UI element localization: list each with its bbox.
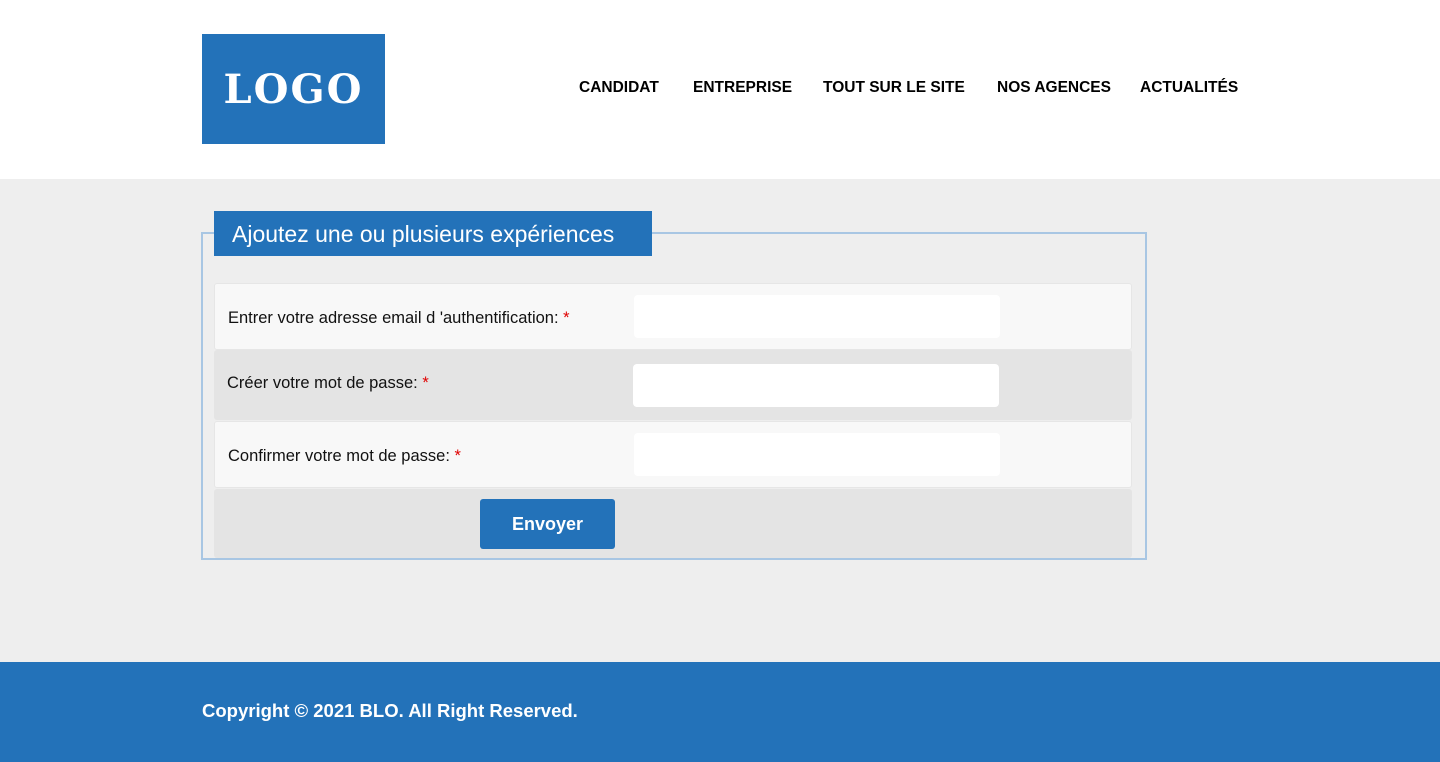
email-label: Entrer votre adresse email d 'authentifi… bbox=[228, 309, 570, 328]
confirm-password-label-text: Confirmer votre mot de passe: bbox=[228, 447, 450, 465]
required-mark: * bbox=[454, 447, 461, 465]
nav-item-tout-sur-le-site[interactable]: TOUT SUR LE SITE bbox=[823, 79, 965, 97]
fieldset-legend: Ajoutez une ou plusieurs expériences bbox=[214, 211, 652, 256]
nav-item-actualites[interactable]: ACTUALITÉS bbox=[1140, 79, 1238, 97]
site-header: LOGO CANDIDAT ENTREPRISE TOUT SUR LE SIT… bbox=[0, 0, 1440, 179]
site-logo[interactable]: LOGO bbox=[202, 34, 385, 144]
required-mark: * bbox=[422, 374, 429, 392]
logo-text: LOGO bbox=[223, 65, 364, 113]
nav-item-nos-agences[interactable]: NOS AGENCES bbox=[997, 79, 1111, 97]
email-field[interactable] bbox=[634, 295, 1000, 338]
password-field[interactable] bbox=[633, 364, 999, 407]
required-mark: * bbox=[563, 309, 570, 327]
email-label-text: Entrer votre adresse email d 'authentifi… bbox=[228, 309, 559, 327]
password-label-text: Créer votre mot de passe: bbox=[227, 374, 418, 392]
form-row-submit bbox=[214, 489, 1132, 558]
form-row-email: Entrer votre adresse email d 'authentifi… bbox=[214, 283, 1132, 350]
password-label: Créer votre mot de passe: * bbox=[227, 374, 429, 393]
form-row-password: Créer votre mot de passe: * bbox=[214, 350, 1132, 420]
confirm-password-field[interactable] bbox=[634, 433, 1000, 476]
nav-item-candidat[interactable]: CANDIDAT bbox=[579, 79, 659, 97]
nav-item-entreprise[interactable]: ENTREPRISE bbox=[693, 79, 792, 97]
form-row-confirm-password: Confirmer votre mot de passe: * bbox=[214, 421, 1132, 488]
copyright-text: Copyright © 2021 BLO. All Right Reserved… bbox=[202, 700, 578, 721]
confirm-password-label: Confirmer votre mot de passe: * bbox=[228, 447, 461, 466]
site-footer: Copyright © 2021 BLO. All Right Reserved… bbox=[0, 662, 1440, 762]
submit-button[interactable]: Envoyer bbox=[480, 499, 615, 549]
